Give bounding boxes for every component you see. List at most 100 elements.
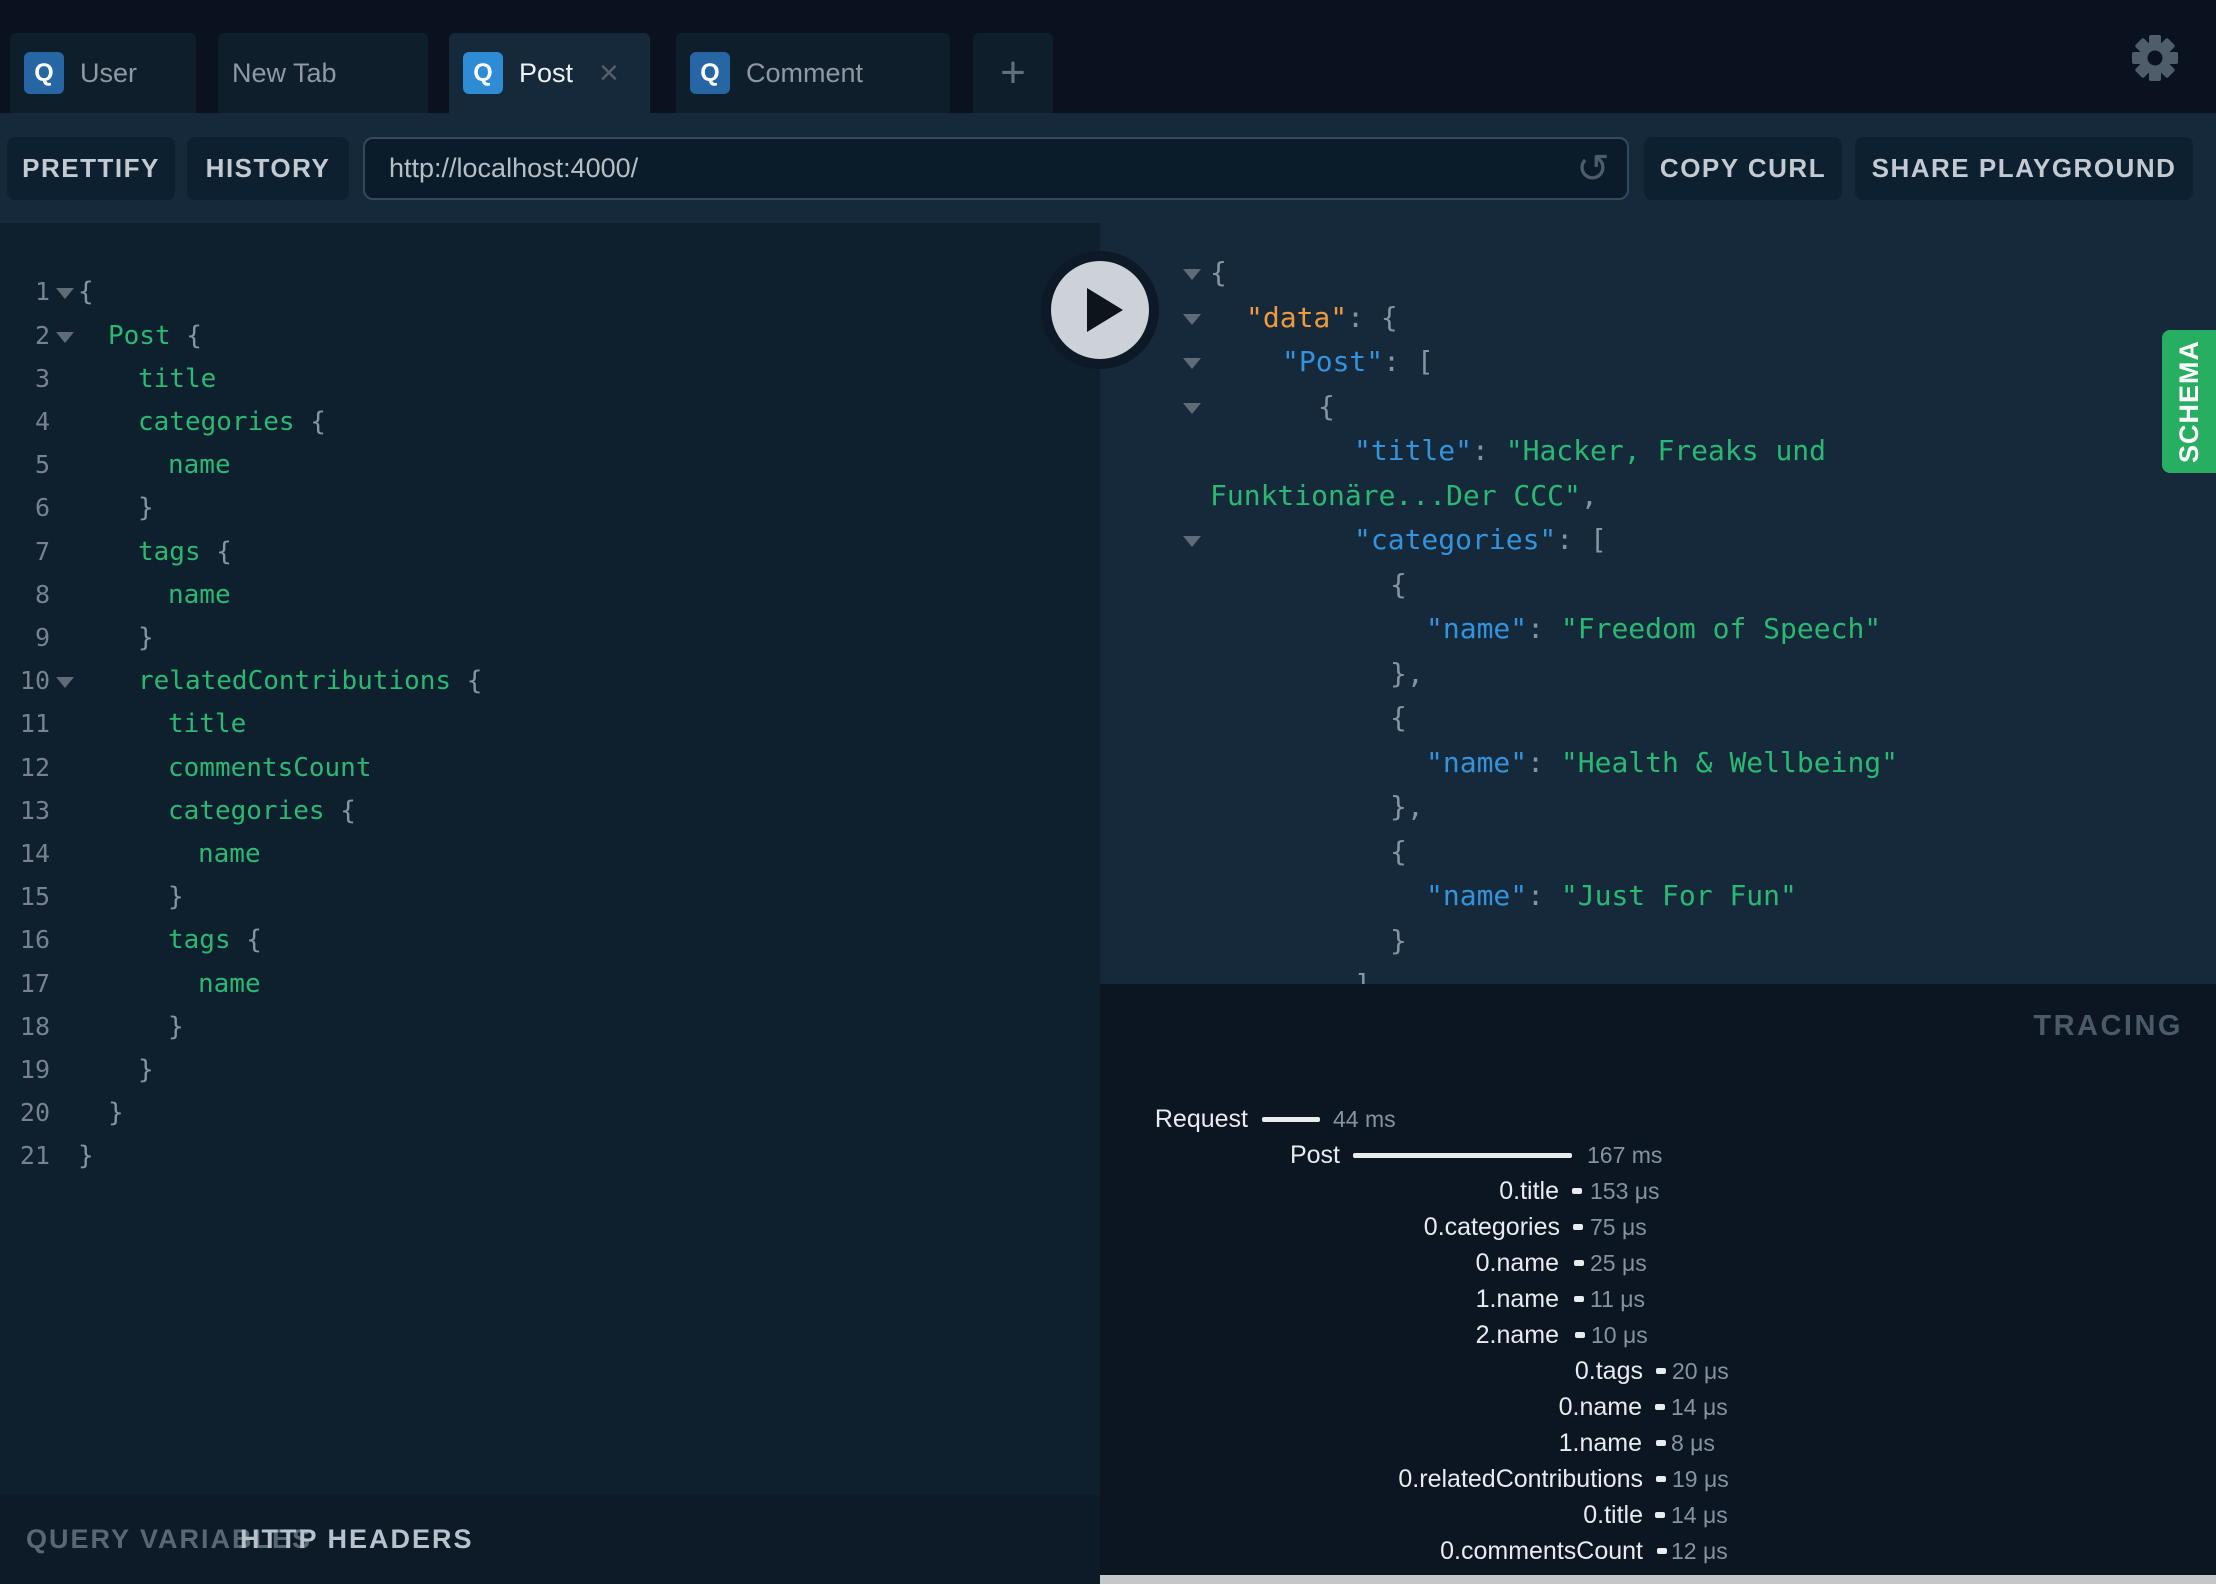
editor-line: 11 title bbox=[0, 702, 1100, 746]
code-line: } bbox=[138, 1048, 154, 1092]
add-tab-button[interactable]: + bbox=[973, 33, 1053, 113]
code-line: { bbox=[1390, 563, 1407, 607]
tracing-row: 0.categories 75 μs bbox=[1100, 1209, 2216, 1245]
fold-arrow-icon[interactable] bbox=[1183, 313, 1201, 325]
tracing-panel-title: TRACING bbox=[2033, 1010, 2183, 1042]
code-token: "Freedom of Speech" bbox=[1560, 612, 1882, 645]
tab-comment[interactable]: Q Comment bbox=[676, 33, 950, 113]
code-token: categories bbox=[138, 407, 295, 437]
schema-side-tab[interactable]: SCHEMA bbox=[2162, 330, 2216, 473]
tracing-duration-dash bbox=[1655, 1512, 1665, 1518]
tracing-field-label: 0.title bbox=[1583, 1501, 1643, 1529]
code-token: name bbox=[198, 968, 261, 999]
code-token: name bbox=[168, 579, 231, 610]
tracing-duration-value: 44 ms bbox=[1333, 1106, 1396, 1132]
editor-line: 2 Post { bbox=[0, 314, 1100, 358]
tracing-horizontal-scrollbar[interactable] bbox=[1100, 1575, 2216, 1584]
editor-line: 10 relatedContributions { bbox=[0, 659, 1100, 703]
copy-curl-button[interactable]: COPY CURL bbox=[1644, 137, 1842, 200]
response-line: "data": { bbox=[1100, 296, 2216, 340]
history-button[interactable]: HISTORY bbox=[187, 137, 349, 200]
editor-line: 15} bbox=[0, 875, 1100, 919]
prettify-button[interactable]: PRETTIFY bbox=[7, 137, 175, 200]
code-token: : { bbox=[1347, 300, 1398, 334]
query-editor-pane[interactable]: 1{2 Post {3 title 4 categories {5 name 6} 7 tags… bbox=[0, 223, 1100, 1495]
code-token: Funktionäre...Der CCC" bbox=[1210, 478, 1581, 512]
tracing-duration-bar bbox=[1353, 1153, 1572, 1158]
execute-query-button[interactable] bbox=[1041, 251, 1159, 369]
response-line: "title": "Hacker, Freaks und bbox=[1100, 429, 2216, 473]
response-line: ] bbox=[1100, 963, 2216, 984]
tracing-field-label: 0.relatedContributions bbox=[1398, 1465, 1643, 1493]
code-token: name bbox=[168, 450, 231, 481]
code-line: categories { bbox=[138, 400, 326, 444]
tracing-field-label: 0.title bbox=[1499, 1177, 1559, 1205]
editor-line: 12 commentsCount bbox=[0, 746, 1100, 790]
reset-endpoint-icon[interactable]: ↺ bbox=[1573, 149, 1613, 189]
endpoint-url-input[interactable] bbox=[363, 137, 1629, 200]
tracing-field-label: Request bbox=[1154, 1105, 1248, 1133]
code-token: { bbox=[1390, 834, 1407, 868]
tab-new-tab[interactable]: New Tab bbox=[218, 33, 428, 113]
fold-arrow-icon[interactable] bbox=[1183, 269, 1201, 280]
code-line: } bbox=[138, 486, 154, 530]
code-line: name bbox=[198, 962, 261, 1006]
code-line: { bbox=[78, 270, 94, 314]
code-token: "categories" bbox=[1354, 523, 1557, 556]
fold-arrow-icon[interactable] bbox=[1183, 402, 1201, 414]
code-line: title bbox=[168, 702, 246, 746]
code-line: Post { bbox=[108, 314, 202, 358]
fold-arrow-icon[interactable] bbox=[56, 288, 74, 300]
code-token: tags bbox=[168, 925, 231, 956]
code-token: { bbox=[294, 407, 326, 437]
fold-arrow-icon[interactable] bbox=[1183, 358, 1201, 369]
editor-line: 5 name bbox=[0, 443, 1100, 487]
code-token: name bbox=[198, 839, 261, 869]
code-token: : bbox=[1527, 745, 1561, 779]
tracing-duration-dash bbox=[1656, 1368, 1666, 1374]
tracing-field-label: 0.name bbox=[1475, 1249, 1559, 1277]
code-token: { bbox=[78, 277, 94, 308]
fold-arrow-icon[interactable] bbox=[56, 677, 74, 689]
query-badge: Q bbox=[690, 52, 730, 94]
code-line: { bbox=[1210, 251, 1227, 295]
fold-arrow-icon[interactable] bbox=[56, 331, 74, 343]
code-line: { bbox=[1318, 385, 1335, 429]
code-line: } bbox=[138, 616, 154, 660]
response-line: { bbox=[1100, 696, 2216, 740]
http-headers-tab[interactable]: HTTP HEADERS bbox=[240, 1521, 474, 1557]
fold-arrow-icon[interactable] bbox=[1183, 536, 1201, 547]
tracing-row: 0.title 153 μs bbox=[1100, 1173, 2216, 1209]
code-token: { bbox=[1318, 389, 1335, 423]
tracing-duration-value: 167 ms bbox=[1587, 1142, 1663, 1168]
editor-line: 14 name bbox=[0, 832, 1100, 876]
tracing-row: 1.name 11 μs bbox=[1100, 1281, 2216, 1317]
tracing-duration-dash bbox=[1656, 1476, 1666, 1482]
code-line: name bbox=[198, 832, 261, 876]
code-token: : bbox=[1527, 879, 1561, 912]
code-token: tags bbox=[138, 536, 201, 567]
share-playground-button[interactable]: SHARE PLAYGROUND bbox=[1855, 137, 2193, 200]
code-token: commentsCount bbox=[168, 752, 372, 783]
code-line: "Post": [ bbox=[1282, 340, 1434, 384]
settings-gear-icon[interactable] bbox=[2131, 34, 2179, 82]
tracing-duration-dash bbox=[1573, 1224, 1583, 1230]
editor-line: 13 categories { bbox=[0, 789, 1100, 833]
response-line: { bbox=[1100, 385, 2216, 429]
code-line: }, bbox=[1390, 652, 1424, 696]
code-token: "title" bbox=[1354, 434, 1473, 467]
code-line: tags { bbox=[168, 918, 262, 962]
code-token: { bbox=[324, 795, 356, 826]
toolbar: PRETTIFY HISTORY ↺ COPY CURL SHARE PLAYG… bbox=[0, 113, 2216, 223]
code-line: } bbox=[78, 1134, 94, 1178]
tracing-duration-dash bbox=[1574, 1260, 1584, 1266]
code-token: } bbox=[138, 1055, 154, 1085]
tracing-duration-value: 20 μs bbox=[1672, 1358, 1729, 1384]
tracing-field-label: 0.tags bbox=[1574, 1357, 1643, 1385]
close-tab-icon[interactable]: × bbox=[599, 56, 619, 90]
line-number: 15 bbox=[19, 882, 50, 912]
tab-user[interactable]: Q User bbox=[10, 33, 196, 113]
tab-post[interactable]: Q Post × bbox=[449, 33, 650, 113]
editor-line: 9} bbox=[0, 616, 1100, 660]
response-line: "name": "Just For Fun" bbox=[1100, 874, 2216, 918]
